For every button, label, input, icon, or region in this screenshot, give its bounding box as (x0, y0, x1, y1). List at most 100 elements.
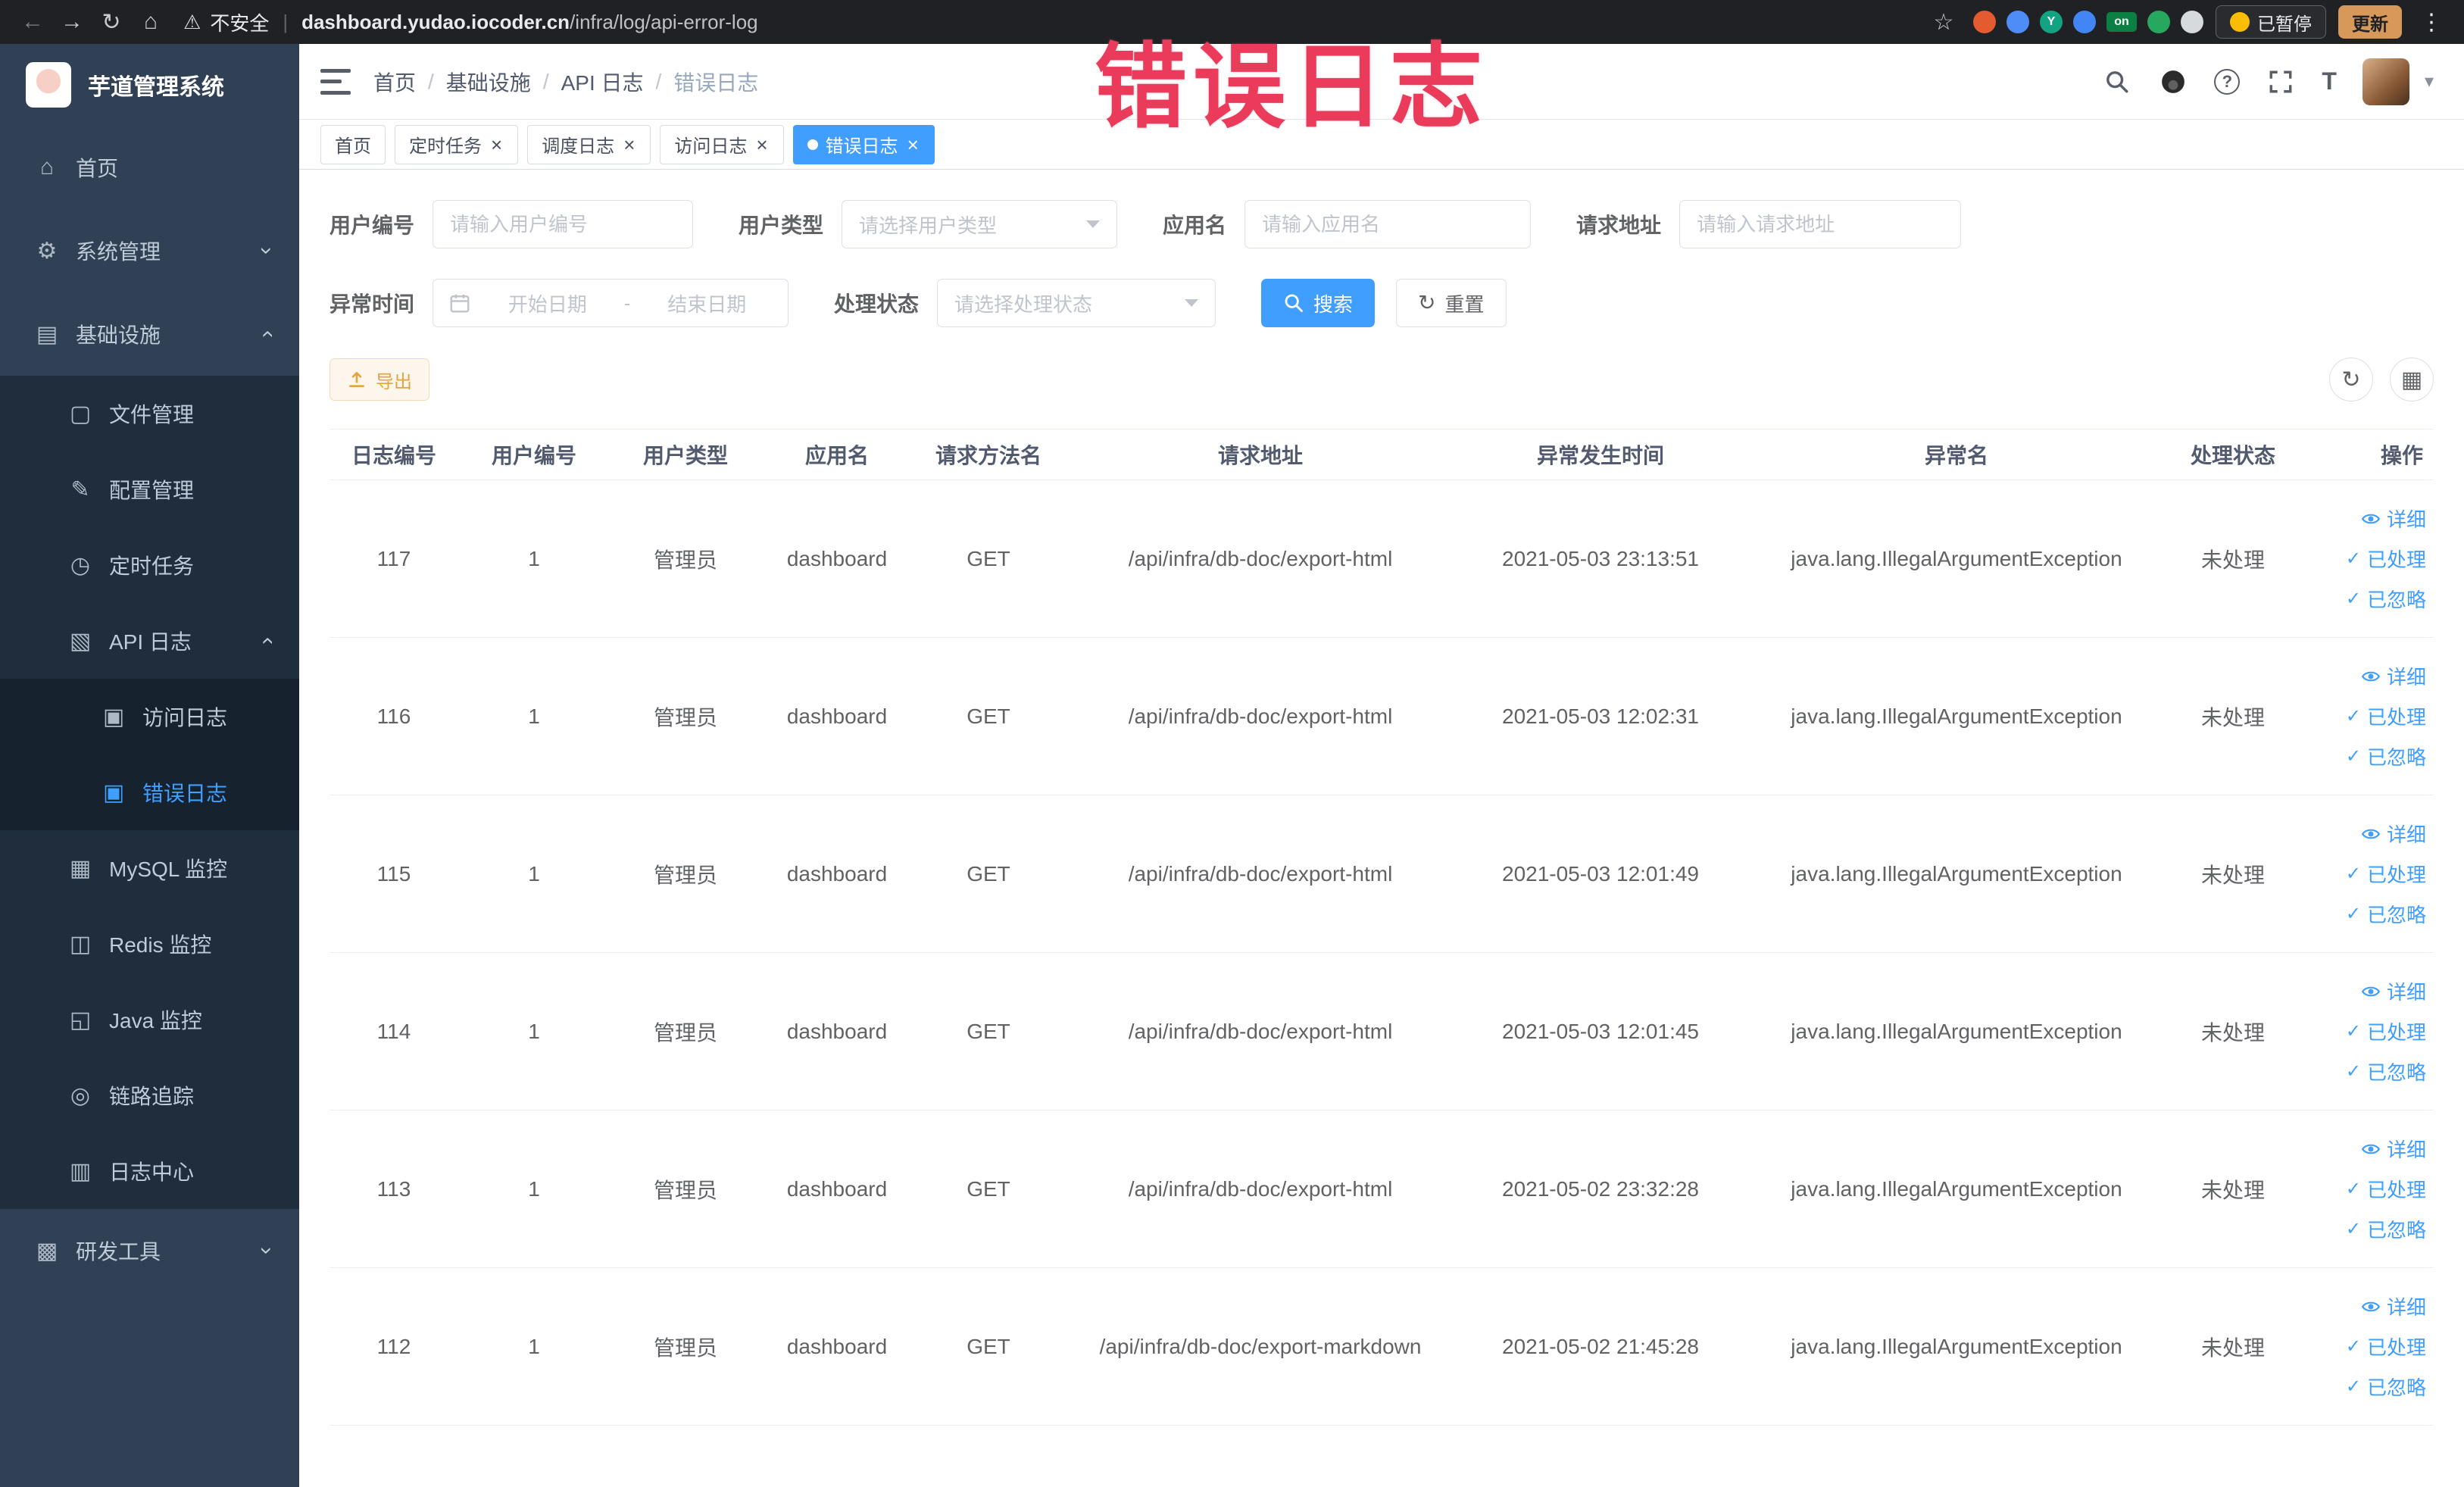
tab-job-log[interactable]: 调度日志 × (527, 124, 651, 164)
cell-actions: 详细 ✓ 已处理 ✓ 已忽略 (2297, 1292, 2434, 1401)
address-bar[interactable]: ⚠ 不安全 | dashboard.yudao.iocoder.cn/infra… (183, 8, 1922, 36)
table-row: 112 1 管理员 dashboard GET /api/infra/db-do… (329, 1268, 2434, 1426)
cell-user-type: 管理员 (653, 863, 717, 887)
ignore-link[interactable]: ✓ 已忽略 (2346, 742, 2426, 770)
tab-access-log[interactable]: 访问日志 × (660, 124, 784, 164)
breadcrumb-item[interactable]: API 日志 (561, 67, 644, 97)
sidebar-item-mysql[interactable]: ▦ MySQL 监控 (0, 830, 299, 906)
cell-user-type: 管理员 (653, 705, 717, 729)
gear-icon: ⚙ (36, 238, 58, 264)
sidebar-item-error-log[interactable]: ▣ 错误日志 (0, 754, 299, 830)
browser-menu-icon[interactable]: ⋮ (2414, 9, 2449, 36)
process-status-select[interactable]: 请选择处理状态 (937, 279, 1216, 327)
user-id-input[interactable] (433, 200, 694, 248)
paused-button[interactable]: 已暂停 (2216, 5, 2326, 39)
extension-icon[interactable] (2006, 11, 2029, 33)
extension-icon[interactable] (2181, 11, 2203, 33)
eye-icon (2361, 1297, 2381, 1317)
tab-close-icon[interactable]: × (489, 135, 504, 155)
detail-link[interactable]: 详细 (2361, 977, 2426, 1005)
ignore-link[interactable]: ✓ 已忽略 (2346, 1215, 2426, 1243)
tab-close-icon[interactable]: × (906, 135, 920, 155)
sidebar-item-config[interactable]: ✎ 配置管理 (0, 451, 299, 527)
process-link[interactable]: ✓ 已处理 (2346, 1175, 2426, 1203)
cell-status: 未处理 (2200, 1020, 2265, 1045)
tab-home[interactable]: 首页 (320, 124, 386, 164)
ignore-link[interactable]: ✓ 已忽略 (2346, 1057, 2426, 1086)
search-button[interactable]: 搜索 (1261, 279, 1376, 327)
sidebar-item-infra[interactable]: ▤ 基础设施 › (0, 292, 299, 376)
extension-icon[interactable] (1973, 11, 1996, 33)
tab-error-log[interactable]: 错误日志 × (792, 124, 935, 164)
fullscreen-icon[interactable] (2266, 67, 2296, 97)
process-link[interactable]: ✓ 已处理 (2346, 1017, 2426, 1045)
cell-url: /api/infra/db-doc/export-html (1128, 1176, 1393, 1201)
cell-url: /api/infra/db-doc/export-html (1128, 704, 1393, 728)
ignore-link[interactable]: ✓ 已忽略 (2346, 585, 2426, 613)
reload-icon[interactable]: ↻ (94, 5, 129, 39)
forward-icon[interactable]: → (55, 5, 89, 39)
sidebar-item-api-log[interactable]: ▧ API 日志 › (0, 603, 299, 679)
search-icon[interactable] (2102, 67, 2132, 97)
breadcrumb-separator: / (428, 69, 434, 93)
tab-job[interactable]: 定时任务 × (395, 124, 519, 164)
detail-link[interactable]: 详细 (2361, 1135, 2426, 1163)
back-icon[interactable]: ← (15, 5, 50, 39)
extension-icon[interactable]: on (2106, 12, 2137, 32)
column-header: 操作 (2380, 444, 2423, 467)
sidebar-item-job[interactable]: ◷ 定时任务 (0, 527, 299, 603)
detail-link[interactable]: 详细 (2361, 505, 2426, 533)
extension-icon[interactable] (2147, 11, 2170, 33)
app-name-input[interactable] (1244, 200, 1532, 248)
font-size-icon[interactable]: T (2322, 67, 2337, 95)
sidebar-item-redis[interactable]: ◫ Redis 监控 (0, 906, 299, 982)
detail-link[interactable]: 详细 (2361, 662, 2426, 690)
sidebar-item-access-log[interactable]: ▣ 访问日志 (0, 679, 299, 754)
sidebar-item-log-center[interactable]: ▥ 日志中心 (0, 1133, 299, 1209)
update-button[interactable]: 更新 (2338, 5, 2402, 39)
detail-link[interactable]: 详细 (2361, 1292, 2426, 1320)
ignore-link[interactable]: ✓ 已忽略 (2346, 1373, 2426, 1401)
browser-home-icon[interactable]: ⌂ (133, 5, 168, 39)
sidebar-item-file[interactable]: ▢ 文件管理 (0, 376, 299, 451)
breadcrumb-item[interactable]: 首页 (373, 67, 416, 97)
extension-icon[interactable] (2073, 11, 2096, 33)
sidebar-item-java[interactable]: ◱ Java 监控 (0, 982, 299, 1057)
request-url-input[interactable] (1679, 200, 1962, 248)
reset-button[interactable]: ↻ 重置 (1396, 279, 1507, 327)
process-link[interactable]: ✓ 已处理 (2346, 545, 2426, 573)
refresh-table-button[interactable]: ↻ (2329, 358, 2373, 401)
cell-app-name: dashboard (786, 861, 888, 886)
logo[interactable]: 芋道管理系统 (0, 44, 299, 126)
column-settings-button[interactable]: ▦ (2390, 358, 2434, 401)
chevron-down-icon[interactable]: ▾ (2425, 70, 2434, 92)
sidebar-item-home[interactable]: ⌂ 首页 (0, 126, 299, 209)
avatar[interactable] (2362, 58, 2409, 105)
filter-row-2: 异常时间 开始日期 - 结束日期 处理状态 请选择处理状态 搜索 ↻ 重置 (329, 279, 2434, 327)
process-link[interactable]: ✓ 已处理 (2346, 1332, 2426, 1360)
cell-method: GET (967, 1334, 1010, 1358)
hamburger-icon[interactable] (320, 68, 351, 95)
process-link[interactable]: ✓ 已处理 (2346, 860, 2426, 888)
column-header: 用户编号 (491, 444, 576, 467)
process-link[interactable]: ✓ 已处理 (2346, 702, 2426, 730)
sidebar-item-trace[interactable]: ◎ 链路追踪 (0, 1057, 299, 1133)
help-icon[interactable]: ? (2214, 68, 2241, 95)
ignore-link[interactable]: ✓ 已忽略 (2346, 900, 2426, 928)
cell-log-id: 117 (376, 546, 411, 570)
sidebar-item-system[interactable]: ⚙ 系统管理 › (0, 209, 299, 292)
divider: | (283, 10, 289, 33)
extension-icon[interactable]: Y (2040, 11, 2063, 33)
tab-close-icon[interactable]: × (622, 135, 636, 155)
sidebar-item-dev-tools[interactable]: ▩ 研发工具 › (0, 1209, 299, 1292)
cell-time: 2021-05-02 21:45:28 (1502, 1334, 1699, 1358)
star-icon[interactable]: ☆ (1926, 5, 1961, 39)
user-type-select[interactable]: 请选择用户类型 (842, 200, 1118, 248)
breadcrumb-item[interactable]: 基础设施 (446, 67, 531, 97)
detail-link[interactable]: 详细 (2361, 820, 2426, 848)
check-icon: ✓ (2345, 746, 2361, 767)
export-button[interactable]: 导出 (329, 358, 429, 401)
tab-close-icon[interactable]: × (754, 135, 769, 155)
github-icon[interactable] (2158, 67, 2188, 97)
date-range-picker[interactable]: 开始日期 - 结束日期 (433, 279, 789, 327)
